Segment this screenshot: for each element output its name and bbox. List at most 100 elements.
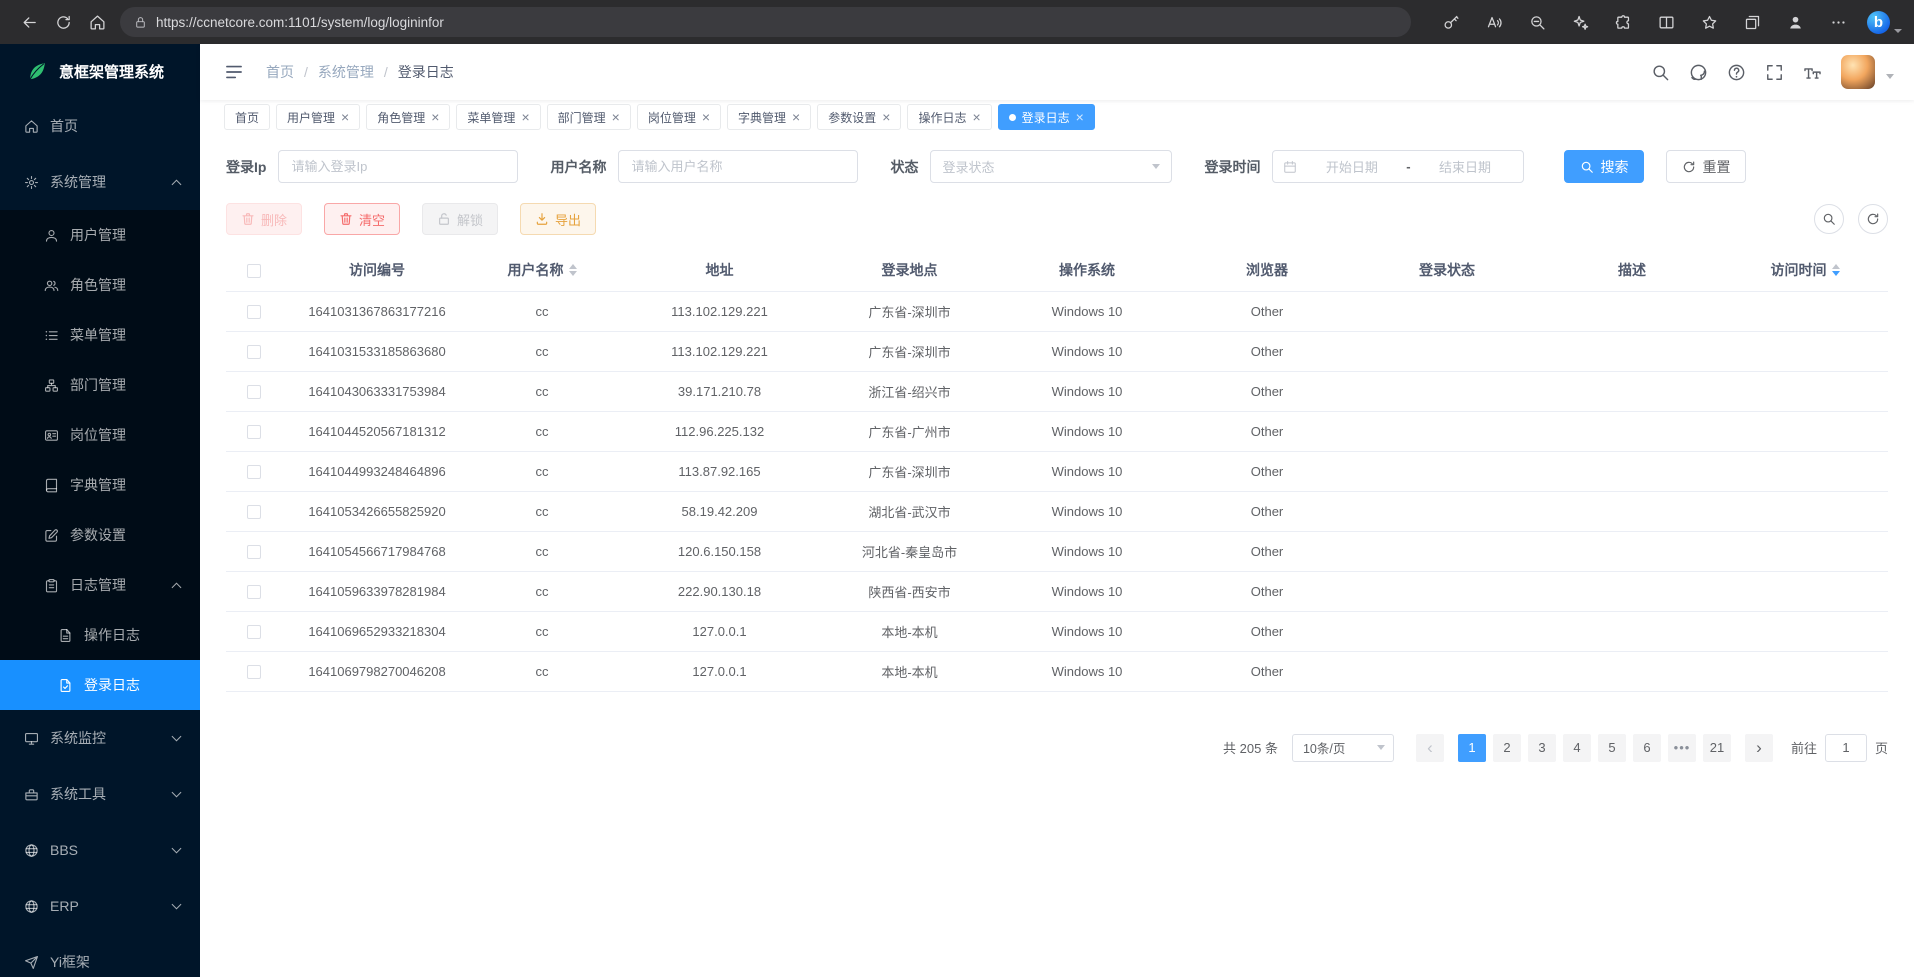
font-size-icon[interactable] bbox=[1803, 63, 1822, 82]
sidebar-item[interactable]: 系统工具 bbox=[0, 766, 200, 822]
sidebar-item[interactable]: 操作日志 bbox=[0, 610, 200, 660]
sidebar-item[interactable]: 用户管理 bbox=[0, 210, 200, 260]
page-button[interactable]: 21 bbox=[1703, 734, 1731, 762]
column-header[interactable]: 访问时间 bbox=[1722, 249, 1888, 291]
table-row[interactable]: 1641043063331753984 cc 39.171.210.78 浙江省… bbox=[226, 371, 1888, 411]
row-checkbox[interactable] bbox=[247, 505, 261, 519]
column-header[interactable]: 访问编号 bbox=[282, 249, 472, 291]
row-checkbox[interactable] bbox=[247, 625, 261, 639]
tab[interactable]: 部门管理 bbox=[547, 104, 631, 130]
page-button[interactable]: 3 bbox=[1528, 734, 1556, 762]
sidebar-item[interactable]: 字典管理 bbox=[0, 460, 200, 510]
browser-essentials-icon[interactable] bbox=[1563, 5, 1597, 39]
search-button[interactable]: 搜索 bbox=[1564, 150, 1644, 183]
goto-page-input[interactable] bbox=[1825, 734, 1867, 762]
browser-settings-icon[interactable] bbox=[1821, 5, 1855, 39]
close-icon[interactable] bbox=[341, 110, 349, 124]
tab[interactable]: 登录日志 bbox=[998, 104, 1095, 130]
page-button[interactable]: 5 bbox=[1598, 734, 1626, 762]
help-icon[interactable] bbox=[1727, 63, 1746, 82]
sidebar-item[interactable]: 日志管理 bbox=[0, 560, 200, 610]
sidebar-item[interactable]: 岗位管理 bbox=[0, 410, 200, 460]
column-header[interactable]: 登录状态 bbox=[1352, 249, 1542, 291]
tab[interactable]: 用户管理 bbox=[276, 104, 360, 130]
sort-icon[interactable] bbox=[569, 264, 577, 276]
row-checkbox[interactable] bbox=[247, 345, 261, 359]
tab[interactable]: 操作日志 bbox=[907, 104, 991, 130]
date-range-picker[interactable]: 开始日期 - 结束日期 bbox=[1272, 150, 1524, 183]
table-row[interactable]: 1641054566717984768 cc 120.6.150.158 河北省… bbox=[226, 531, 1888, 571]
tab[interactable]: 首页 bbox=[224, 104, 270, 130]
unlock-button[interactable]: 解锁 bbox=[422, 203, 498, 235]
sidebar-item[interactable]: 系统管理 bbox=[0, 154, 200, 210]
reset-button[interactable]: 重置 bbox=[1666, 150, 1746, 183]
close-icon[interactable] bbox=[792, 110, 800, 124]
status-select[interactable]: 登录状态 bbox=[930, 150, 1172, 183]
tab[interactable]: 字典管理 bbox=[727, 104, 811, 130]
row-checkbox[interactable] bbox=[247, 665, 261, 679]
password-key-icon[interactable] bbox=[1434, 5, 1468, 39]
column-header[interactable]: 浏览器 bbox=[1182, 249, 1352, 291]
table-row[interactable]: 1641069652933218304 cc 127.0.0.1 本地-本机 W… bbox=[226, 611, 1888, 651]
table-row[interactable]: 1641044993248464896 cc 113.87.92.165 广东省… bbox=[226, 451, 1888, 491]
page-size-select[interactable]: 10条/页 bbox=[1292, 734, 1394, 762]
row-checkbox[interactable] bbox=[247, 385, 261, 399]
prev-page-button[interactable] bbox=[1416, 734, 1444, 762]
table-row[interactable]: 1641069798270046208 cc 127.0.0.1 本地-本机 W… bbox=[226, 651, 1888, 691]
row-checkbox[interactable] bbox=[247, 465, 261, 479]
close-icon[interactable] bbox=[521, 110, 529, 124]
sidebar-item[interactable]: 参数设置 bbox=[0, 510, 200, 560]
sort-icon[interactable] bbox=[1832, 264, 1840, 276]
clear-button[interactable]: 清空 bbox=[324, 203, 400, 235]
sidebar-item[interactable]: 登录日志 bbox=[0, 660, 200, 710]
table-row[interactable]: 1641031533185863680 cc 113.102.129.221 广… bbox=[226, 331, 1888, 371]
browser-home-button[interactable] bbox=[80, 5, 114, 39]
next-page-button[interactable] bbox=[1745, 734, 1773, 762]
bing-icon[interactable]: b bbox=[1867, 11, 1890, 34]
table-row[interactable]: 1641044520567181312 cc 112.96.225.132 广东… bbox=[226, 411, 1888, 451]
tab[interactable]: 参数设置 bbox=[817, 104, 901, 130]
refresh-table-button[interactable] bbox=[1858, 204, 1888, 234]
export-button[interactable]: 导出 bbox=[520, 203, 596, 235]
user-avatar[interactable] bbox=[1841, 55, 1875, 89]
column-header[interactable]: 登录地点 bbox=[827, 249, 992, 291]
column-header[interactable]: 用户名称 bbox=[472, 249, 612, 291]
fullscreen-icon[interactable] bbox=[1765, 63, 1784, 82]
row-checkbox[interactable] bbox=[247, 545, 261, 559]
row-checkbox[interactable] bbox=[247, 425, 261, 439]
select-all-checkbox[interactable] bbox=[247, 264, 261, 278]
collections-icon[interactable] bbox=[1735, 5, 1769, 39]
toggle-search-button[interactable] bbox=[1814, 204, 1844, 234]
search-icon[interactable] bbox=[1651, 63, 1670, 82]
row-checkbox[interactable] bbox=[247, 305, 261, 319]
sidebar-item[interactable]: 角色管理 bbox=[0, 260, 200, 310]
breadcrumb-item[interactable]: 首页 bbox=[266, 62, 294, 82]
sidebar-item[interactable]: ERP bbox=[0, 878, 200, 934]
sidebar-item[interactable]: 首页 bbox=[0, 98, 200, 154]
row-checkbox[interactable] bbox=[247, 585, 261, 599]
close-icon[interactable] bbox=[882, 110, 890, 124]
tab[interactable]: 菜单管理 bbox=[456, 104, 540, 130]
table-row[interactable]: 1641059633978281984 cc 222.90.130.18 陕西省… bbox=[226, 571, 1888, 611]
page-button[interactable]: 6 bbox=[1633, 734, 1661, 762]
github-icon[interactable] bbox=[1689, 63, 1708, 82]
sidebar-item[interactable]: BBS bbox=[0, 822, 200, 878]
zoom-icon[interactable] bbox=[1520, 5, 1554, 39]
collapse-sidebar-button[interactable] bbox=[224, 62, 244, 82]
sidebar-item[interactable]: 菜单管理 bbox=[0, 310, 200, 360]
page-button[interactable]: 2 bbox=[1493, 734, 1521, 762]
sidebar-item[interactable]: Yi框架 bbox=[0, 934, 200, 977]
close-icon[interactable] bbox=[702, 110, 710, 124]
sidebar-item[interactable]: 部门管理 bbox=[0, 360, 200, 410]
close-icon[interactable] bbox=[1076, 110, 1084, 124]
address-bar[interactable]: https://ccnetcore.com:1101/system/log/lo… bbox=[120, 7, 1411, 37]
delete-button[interactable]: 删除 bbox=[226, 203, 302, 235]
tab[interactable]: 岗位管理 bbox=[637, 104, 721, 130]
table-row[interactable]: 1641053426655825920 cc 58.19.42.209 湖北省-… bbox=[226, 491, 1888, 531]
column-header[interactable]: 地址 bbox=[612, 249, 827, 291]
browser-back-button[interactable] bbox=[12, 5, 46, 39]
close-icon[interactable] bbox=[431, 110, 439, 124]
tab[interactable]: 角色管理 bbox=[366, 104, 450, 130]
page-button[interactable]: 1 bbox=[1458, 734, 1486, 762]
close-icon[interactable] bbox=[972, 110, 980, 124]
